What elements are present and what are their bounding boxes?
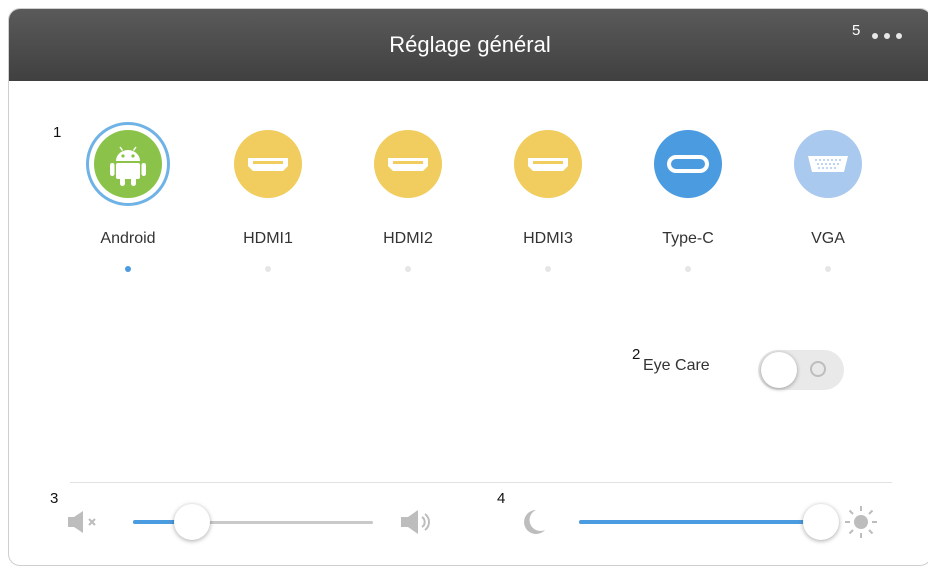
brightness-thumb[interactable] [803, 504, 839, 540]
inactive-indicator [405, 266, 411, 272]
inactive-indicator [265, 266, 271, 272]
source-type-c[interactable]: Type-C [618, 122, 758, 292]
callout-5: 5 [852, 22, 861, 39]
source-label: HDMI1 [243, 230, 293, 247]
brightness-fill [579, 520, 821, 524]
volume-slider[interactable] [133, 502, 373, 542]
usb-c-icon [654, 130, 722, 198]
source-android[interactable]: Android [58, 122, 198, 292]
toggle-knob[interactable] [761, 352, 797, 388]
moon-icon[interactable] [517, 507, 549, 542]
header-bar: Réglage général [9, 9, 928, 81]
active-indicator [125, 266, 131, 272]
source-label: Android [100, 230, 156, 247]
source-list: Android HDMI1 HDMI2 HDMI3 Type-C VGA [58, 122, 918, 292]
eye-care-label: Eye Care [643, 357, 710, 374]
divider [70, 482, 892, 483]
source-label: VGA [811, 230, 845, 247]
toggle-off-icon [810, 361, 826, 377]
sun-icon[interactable] [843, 504, 879, 545]
android-icon [94, 130, 162, 198]
source-hdmi3[interactable]: HDMI3 [478, 122, 618, 292]
hdmi-icon [514, 130, 582, 198]
inactive-indicator [545, 266, 551, 272]
source-vga[interactable]: VGA [758, 122, 898, 292]
source-label: HDMI3 [523, 230, 573, 247]
hdmi-icon [374, 130, 442, 198]
eye-care-toggle[interactable] [758, 350, 844, 390]
inactive-indicator [685, 266, 691, 272]
hdmi-icon [234, 130, 302, 198]
callout-2: 2 [632, 346, 641, 363]
brightness-slider[interactable] [579, 502, 839, 542]
mute-icon[interactable] [66, 510, 102, 539]
page-title: Réglage général [389, 32, 551, 57]
source-hdmi1[interactable]: HDMI1 [198, 122, 338, 292]
callout-4: 4 [497, 490, 506, 507]
source-label: Type-C [662, 230, 714, 247]
source-label: HDMI2 [383, 230, 433, 247]
source-hdmi2[interactable]: HDMI2 [338, 122, 478, 292]
callout-3: 3 [50, 490, 59, 507]
vga-icon [794, 130, 862, 198]
more-dots-icon[interactable] [872, 26, 918, 46]
volume-thumb[interactable] [174, 504, 210, 540]
speaker-high-icon[interactable] [399, 508, 439, 541]
inactive-indicator [825, 266, 831, 272]
